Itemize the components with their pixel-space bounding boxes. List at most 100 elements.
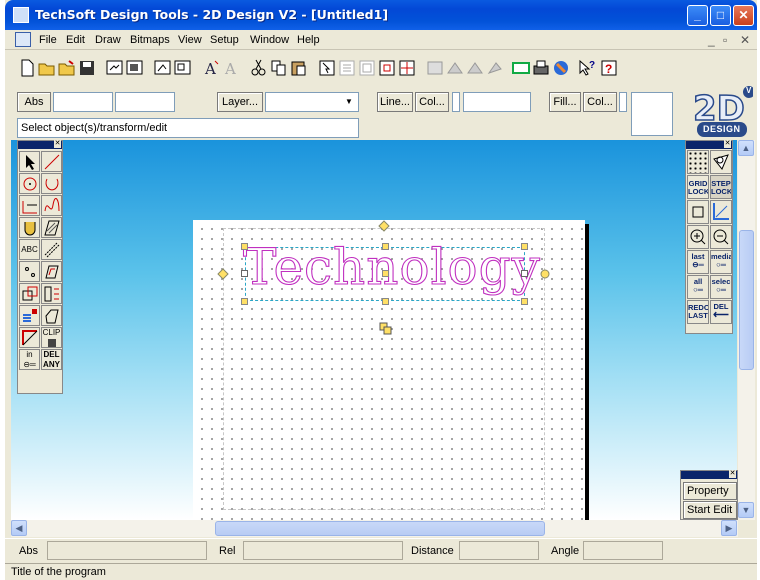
- mdi-restore-icon[interactable]: ▫: [723, 33, 727, 47]
- line-tool-icon[interactable]: [41, 151, 62, 172]
- move-handle-icon[interactable]: [379, 322, 393, 336]
- line-color-button[interactable]: Col...: [415, 92, 449, 112]
- grid-snap-icon[interactable]: [397, 58, 417, 78]
- scroll-up-icon[interactable]: ▲: [738, 140, 754, 156]
- layer-button[interactable]: Layer...: [217, 92, 263, 112]
- line-style-field[interactable]: [463, 92, 531, 112]
- scroll-left-icon[interactable]: ◀: [11, 520, 27, 536]
- resize-handle-b[interactable]: [382, 298, 389, 305]
- fill-color-button[interactable]: Col...: [583, 92, 617, 112]
- clip-tool-button[interactable]: CLIP: [41, 327, 62, 348]
- menu-draw[interactable]: Draw: [95, 34, 121, 46]
- resize-handle-r[interactable]: [521, 270, 528, 277]
- step-lock-button[interactable]: STEP LOCK: [710, 175, 732, 199]
- abs-button[interactable]: Abs: [17, 92, 51, 112]
- save-icon[interactable]: [77, 58, 97, 78]
- pointer-tool-icon[interactable]: [19, 151, 40, 172]
- close-icon[interactable]: ✕: [729, 470, 736, 478]
- resize-handle-t[interactable]: [382, 243, 389, 250]
- dimension-tool-icon[interactable]: [41, 239, 62, 260]
- cut-icon[interactable]: [249, 58, 269, 78]
- grid-lock-button[interactable]: GRID LOCK: [687, 175, 709, 199]
- fill-icon[interactable]: [445, 58, 465, 78]
- rectangle-tool-icon[interactable]: [19, 195, 40, 216]
- circle-tool-icon[interactable]: [19, 173, 40, 194]
- print-icon[interactable]: [531, 58, 551, 78]
- stretch-tool-icon[interactable]: [41, 283, 62, 304]
- grid-toggle-icon[interactable]: [687, 150, 709, 174]
- delete-last-button[interactable]: DEL ⟵: [710, 300, 732, 324]
- panel-title-bar[interactable]: ✕: [681, 470, 737, 479]
- trim-tool-icon[interactable]: [19, 327, 40, 348]
- delete-any-button[interactable]: DEL ANY: [41, 349, 62, 370]
- eye-drop-icon[interactable]: [710, 150, 732, 174]
- fill-button[interactable]: Fill...: [549, 92, 581, 112]
- curve-tool-icon[interactable]: [41, 195, 62, 216]
- app-icon[interactable]: [13, 7, 29, 23]
- select-icon[interactable]: [317, 58, 337, 78]
- menu-window[interactable]: Window: [250, 34, 289, 46]
- close-icon[interactable]: ✕: [54, 140, 61, 148]
- zoom-in-icon[interactable]: [687, 225, 709, 249]
- abs-x-field[interactable]: [53, 92, 113, 112]
- hatch-tool-icon[interactable]: [41, 217, 62, 238]
- palette-title-bar[interactable]: ✕: [18, 140, 62, 149]
- menu-view[interactable]: View: [178, 34, 202, 46]
- print-preview-icon[interactable]: [511, 58, 531, 78]
- scroll-right-icon[interactable]: ▶: [721, 520, 737, 536]
- zoom-window-icon[interactable]: [687, 200, 709, 224]
- maximize-button[interactable]: □: [710, 5, 731, 26]
- align-icon[interactable]: [337, 58, 357, 78]
- close-icon[interactable]: ✕: [724, 140, 731, 148]
- chevron-down-icon[interactable]: ▼: [342, 95, 356, 109]
- arc-tool-icon[interactable]: [41, 173, 62, 194]
- fillet-tool-icon[interactable]: [19, 217, 40, 238]
- open-alt-icon[interactable]: [57, 58, 77, 78]
- horizontal-scrollbar[interactable]: ◀ ▶: [11, 520, 738, 537]
- offset-tool-icon[interactable]: [41, 261, 62, 282]
- document-icon[interactable]: [15, 32, 31, 47]
- line-button[interactable]: Line...: [377, 92, 413, 112]
- text-disabled-icon[interactable]: A: [221, 58, 241, 78]
- menu-setup[interactable]: Setup: [210, 34, 239, 46]
- all-view-button[interactable]: all ○═: [687, 275, 709, 299]
- close-button[interactable]: ✕: [733, 5, 754, 26]
- last-view-button[interactable]: last ⊖═: [687, 250, 709, 274]
- scroll-down-icon[interactable]: ▼: [738, 502, 754, 518]
- resize-handle-br[interactable]: [521, 298, 528, 305]
- text-tool-button[interactable]: ABC: [19, 239, 40, 260]
- array-tool-icon[interactable]: [19, 283, 40, 304]
- menu-edit[interactable]: Edit: [66, 34, 85, 46]
- distribute-icon[interactable]: [357, 58, 377, 78]
- title-bar[interactable]: TechSoft Design Tools - 2D Design V2 - […: [5, 0, 757, 30]
- menu-bitmaps[interactable]: Bitmaps: [130, 34, 170, 46]
- selection-view-button[interactable]: selec ○═: [710, 275, 732, 299]
- blend-icon[interactable]: [551, 58, 571, 78]
- vertical-scroll-thumb[interactable]: [739, 230, 754, 370]
- minimize-button[interactable]: _: [687, 5, 708, 26]
- paste-icon[interactable]: [289, 58, 309, 78]
- zoom-out-icon[interactable]: [710, 225, 732, 249]
- menu-file[interactable]: File: [39, 34, 57, 46]
- media-view-button[interactable]: media ○═: [710, 250, 732, 274]
- resize-handle-tl[interactable]: [241, 243, 248, 250]
- copy-icon[interactable]: [269, 58, 289, 78]
- horizontal-scroll-thumb[interactable]: [215, 521, 545, 536]
- export-icon[interactable]: [125, 58, 145, 78]
- group-icon[interactable]: [153, 58, 173, 78]
- ungroup-icon[interactable]: [173, 58, 193, 78]
- rotate-handle-left-icon[interactable]: [217, 268, 229, 280]
- layers-icon[interactable]: [425, 58, 445, 78]
- drawing-canvas[interactable]: Technology: [11, 140, 737, 520]
- center-handle[interactable]: [382, 270, 389, 277]
- help-icon[interactable]: ?: [599, 58, 619, 78]
- vertical-scrollbar[interactable]: ▲ ▼: [738, 140, 755, 520]
- text-style-icon[interactable]: A: [201, 58, 221, 78]
- mdi-minimize-icon[interactable]: _: [708, 33, 715, 47]
- pivot-handle-icon[interactable]: [539, 268, 551, 280]
- context-help-icon[interactable]: ?: [577, 58, 597, 78]
- abs-y-field[interactable]: [115, 92, 175, 112]
- color-icon[interactable]: [485, 58, 505, 78]
- import-icon[interactable]: [105, 58, 125, 78]
- mirror-icon[interactable]: [377, 58, 397, 78]
